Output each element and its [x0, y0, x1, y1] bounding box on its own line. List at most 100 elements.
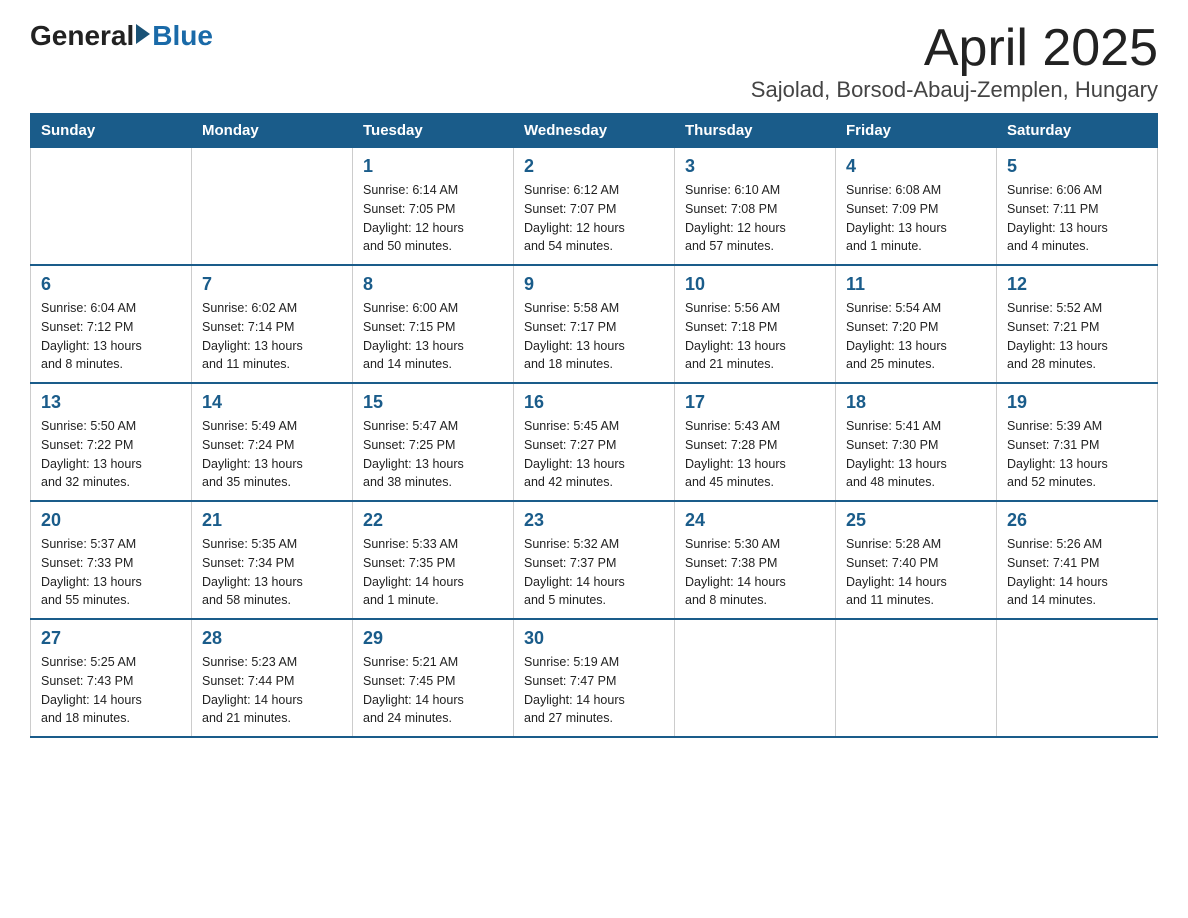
day-cell: 2Sunrise: 6:12 AM Sunset: 7:07 PM Daylig…	[514, 148, 675, 266]
day-number: 30	[524, 628, 664, 649]
day-cell: 14 Sunrise: 5:49 AM Sunset: 7:24 PM Dayli…	[192, 383, 353, 501]
day-number: 13	[41, 392, 181, 413]
day-info: Sunrise: 5:56 AM Sunset: 7:18 PM Dayligh…	[685, 299, 825, 374]
day-info: Sunrise: 5:23 AM Sunset: 7:44 PM Dayligh…	[202, 653, 342, 728]
calendar-body: 1Sunrise: 6:14 AM Sunset: 7:05 PM Daylig…	[31, 148, 1158, 738]
day-cell: 5Sunrise: 6:06 AM Sunset: 7:11 PM Daylig…	[997, 148, 1158, 266]
calendar-header: SundayMondayTuesdayWednesdayThursdayFrid…	[31, 114, 1158, 148]
header-day-monday: Monday	[192, 114, 353, 148]
week-row-3: 13 Sunrise: 5:50 AM Sunset: 7:22 PM Dayli…	[31, 383, 1158, 501]
day-number: 16	[524, 392, 664, 413]
day-cell: 10 Sunrise: 5:56 AM Sunset: 7:18 PM Dayli…	[675, 265, 836, 383]
day-number: 20	[41, 510, 181, 531]
day-info: Sunrise: 5:37 AM Sunset: 7:33 PM Dayligh…	[41, 535, 181, 610]
day-cell: 18Sunrise: 5:41 AM Sunset: 7:30 PM Dayli…	[836, 383, 997, 501]
day-cell: 22 Sunrise: 5:33 AM Sunset: 7:35 PM Dayli…	[353, 501, 514, 619]
title-block: April 2025 Sajolad, Borsod-Abauj-Zemplen…	[751, 20, 1158, 103]
day-info: Sunrise: 5:50 AM Sunset: 7:22 PM Dayligh…	[41, 417, 181, 492]
day-number: 27	[41, 628, 181, 649]
header-row: SundayMondayTuesdayWednesdayThursdayFrid…	[31, 114, 1158, 148]
day-cell: 11Sunrise: 5:54 AM Sunset: 7:20 PM Dayli…	[836, 265, 997, 383]
day-number: 8	[363, 274, 503, 295]
day-number: 9	[524, 274, 664, 295]
day-cell	[31, 148, 192, 266]
day-cell: 3 Sunrise: 6:10 AM Sunset: 7:08 PM Daylig…	[675, 148, 836, 266]
day-cell: 4 Sunrise: 6:08 AM Sunset: 7:09 PM Daylig…	[836, 148, 997, 266]
day-cell: 29 Sunrise: 5:21 AM Sunset: 7:45 PM Dayli…	[353, 619, 514, 737]
day-number: 4	[846, 156, 986, 177]
day-cell: 8 Sunrise: 6:00 AM Sunset: 7:15 PM Daylig…	[353, 265, 514, 383]
header-day-tuesday: Tuesday	[353, 114, 514, 148]
day-info: Sunrise: 6:02 AM Sunset: 7:14 PM Dayligh…	[202, 299, 342, 374]
day-number: 23	[524, 510, 664, 531]
day-number: 6	[41, 274, 181, 295]
day-cell: 6Sunrise: 6:04 AM Sunset: 7:12 PM Daylig…	[31, 265, 192, 383]
header-day-sunday: Sunday	[31, 114, 192, 148]
day-cell: 19 Sunrise: 5:39 AM Sunset: 7:31 PM Dayli…	[997, 383, 1158, 501]
day-number: 17	[685, 392, 825, 413]
day-info: Sunrise: 6:08 AM Sunset: 7:09 PM Dayligh…	[846, 181, 986, 256]
page-header: General Blue April 2025 Sajolad, Borsod-…	[30, 20, 1158, 103]
day-number: 15	[363, 392, 503, 413]
day-info: Sunrise: 5:45 AM Sunset: 7:27 PM Dayligh…	[524, 417, 664, 492]
day-cell	[997, 619, 1158, 737]
day-info: Sunrise: 5:28 AM Sunset: 7:40 PM Dayligh…	[846, 535, 986, 610]
day-number: 21	[202, 510, 342, 531]
logo: General Blue	[30, 20, 213, 52]
day-number: 29	[363, 628, 503, 649]
day-cell: 9 Sunrise: 5:58 AM Sunset: 7:17 PM Daylig…	[514, 265, 675, 383]
day-cell	[836, 619, 997, 737]
day-number: 10	[685, 274, 825, 295]
day-number: 22	[363, 510, 503, 531]
logo-general: General	[30, 20, 134, 52]
day-number: 19	[1007, 392, 1147, 413]
week-row-5: 27 Sunrise: 5:25 AM Sunset: 7:43 PM Dayli…	[31, 619, 1158, 737]
day-info: Sunrise: 5:54 AM Sunset: 7:20 PM Dayligh…	[846, 299, 986, 374]
day-cell: 27 Sunrise: 5:25 AM Sunset: 7:43 PM Dayli…	[31, 619, 192, 737]
day-number: 5	[1007, 156, 1147, 177]
day-number: 28	[202, 628, 342, 649]
day-cell: 28 Sunrise: 5:23 AM Sunset: 7:44 PM Dayli…	[192, 619, 353, 737]
day-info: Sunrise: 5:49 AM Sunset: 7:24 PM Dayligh…	[202, 417, 342, 492]
day-number: 3	[685, 156, 825, 177]
day-cell: 16 Sunrise: 5:45 AM Sunset: 7:27 PM Dayli…	[514, 383, 675, 501]
day-info: Sunrise: 5:35 AM Sunset: 7:34 PM Dayligh…	[202, 535, 342, 610]
day-info: Sunrise: 5:39 AM Sunset: 7:31 PM Dayligh…	[1007, 417, 1147, 492]
day-info: Sunrise: 5:21 AM Sunset: 7:45 PM Dayligh…	[363, 653, 503, 728]
calendar-subtitle: Sajolad, Borsod-Abauj-Zemplen, Hungary	[751, 77, 1158, 103]
day-info: Sunrise: 5:58 AM Sunset: 7:17 PM Dayligh…	[524, 299, 664, 374]
day-info: Sunrise: 5:47 AM Sunset: 7:25 PM Dayligh…	[363, 417, 503, 492]
day-info: Sunrise: 6:00 AM Sunset: 7:15 PM Dayligh…	[363, 299, 503, 374]
day-cell: 23Sunrise: 5:32 AM Sunset: 7:37 PM Dayli…	[514, 501, 675, 619]
day-info: Sunrise: 6:12 AM Sunset: 7:07 PM Dayligh…	[524, 181, 664, 256]
week-row-4: 20 Sunrise: 5:37 AM Sunset: 7:33 PM Dayli…	[31, 501, 1158, 619]
day-cell: 24Sunrise: 5:30 AM Sunset: 7:38 PM Dayli…	[675, 501, 836, 619]
day-info: Sunrise: 5:30 AM Sunset: 7:38 PM Dayligh…	[685, 535, 825, 610]
logo-arrow-icon	[136, 24, 150, 44]
day-cell: 20 Sunrise: 5:37 AM Sunset: 7:33 PM Dayli…	[31, 501, 192, 619]
calendar-title: April 2025	[751, 20, 1158, 77]
day-info: Sunrise: 6:10 AM Sunset: 7:08 PM Dayligh…	[685, 181, 825, 256]
header-day-thursday: Thursday	[675, 114, 836, 148]
day-info: Sunrise: 5:25 AM Sunset: 7:43 PM Dayligh…	[41, 653, 181, 728]
day-number: 7	[202, 274, 342, 295]
day-cell	[192, 148, 353, 266]
week-row-1: 1Sunrise: 6:14 AM Sunset: 7:05 PM Daylig…	[31, 148, 1158, 266]
header-day-friday: Friday	[836, 114, 997, 148]
day-info: Sunrise: 5:43 AM Sunset: 7:28 PM Dayligh…	[685, 417, 825, 492]
day-number: 14	[202, 392, 342, 413]
week-row-2: 6Sunrise: 6:04 AM Sunset: 7:12 PM Daylig…	[31, 265, 1158, 383]
day-cell: 30Sunrise: 5:19 AM Sunset: 7:47 PM Dayli…	[514, 619, 675, 737]
day-cell: 12Sunrise: 5:52 AM Sunset: 7:21 PM Dayli…	[997, 265, 1158, 383]
header-day-saturday: Saturday	[997, 114, 1158, 148]
day-info: Sunrise: 5:26 AM Sunset: 7:41 PM Dayligh…	[1007, 535, 1147, 610]
day-cell: 15 Sunrise: 5:47 AM Sunset: 7:25 PM Dayli…	[353, 383, 514, 501]
day-info: Sunrise: 6:14 AM Sunset: 7:05 PM Dayligh…	[363, 181, 503, 256]
day-cell: 7 Sunrise: 6:02 AM Sunset: 7:14 PM Daylig…	[192, 265, 353, 383]
day-info: Sunrise: 5:33 AM Sunset: 7:35 PM Dayligh…	[363, 535, 503, 610]
day-cell: 13 Sunrise: 5:50 AM Sunset: 7:22 PM Dayli…	[31, 383, 192, 501]
day-cell: 26 Sunrise: 5:26 AM Sunset: 7:41 PM Dayli…	[997, 501, 1158, 619]
day-number: 26	[1007, 510, 1147, 531]
day-cell: 17 Sunrise: 5:43 AM Sunset: 7:28 PM Dayli…	[675, 383, 836, 501]
day-info: Sunrise: 5:41 AM Sunset: 7:30 PM Dayligh…	[846, 417, 986, 492]
